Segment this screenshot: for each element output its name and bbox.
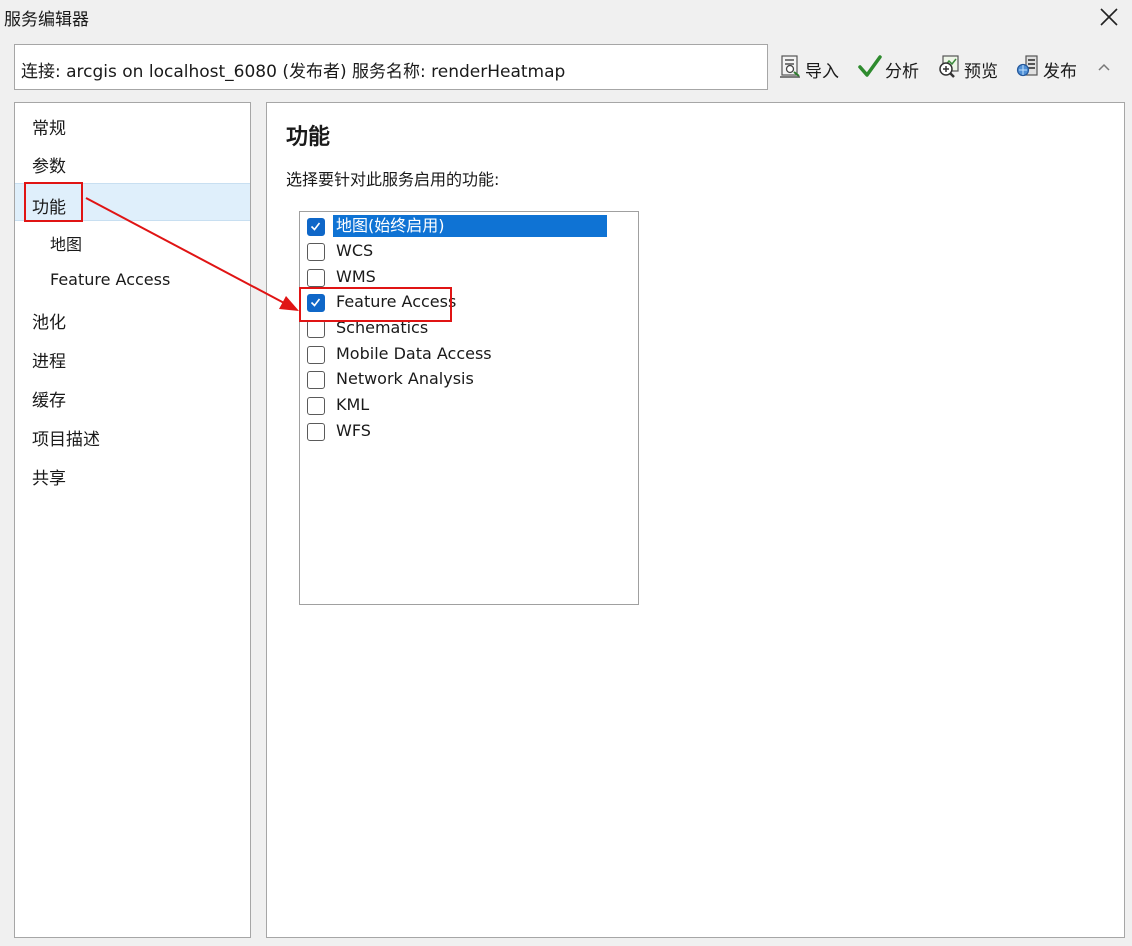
capability-label: Mobile Data Access	[336, 344, 492, 363]
checkbox[interactable]	[307, 218, 325, 236]
nav-item-map[interactable]: 地图	[15, 222, 250, 260]
nav-item-item-description[interactable]: 项目描述	[15, 416, 250, 454]
nav-item-label: 项目描述	[32, 430, 100, 450]
nav-item-label: 功能	[32, 198, 66, 218]
nav-item-general[interactable]: 常规	[15, 105, 250, 143]
checkbox[interactable]	[307, 269, 325, 287]
capability-schematics[interactable]: Schematics	[307, 317, 627, 341]
collapse-button[interactable]	[1092, 56, 1116, 80]
nav-item-processes[interactable]: 进程	[15, 338, 250, 376]
capability-network-analysis[interactable]: Network Analysis	[307, 368, 627, 392]
nav-item-label: 进程	[32, 352, 66, 372]
checkbox[interactable]	[307, 423, 325, 441]
nav-item-label: 参数	[32, 157, 66, 177]
capability-mobile-data-access[interactable]: Mobile Data Access	[307, 343, 627, 367]
capability-wms[interactable]: WMS	[307, 266, 627, 290]
nav-item-label: 池化	[32, 313, 66, 333]
import-label: 导入	[805, 62, 839, 82]
checkbox[interactable]	[307, 397, 325, 415]
nav-item-label: 常规	[32, 119, 66, 139]
page-description: 选择要针对此服务启用的功能:	[286, 170, 500, 189]
capability-label: Schematics	[336, 318, 429, 337]
capability-label: WFS	[336, 421, 371, 440]
publish-label: 发布	[1043, 62, 1077, 82]
capability-label: KML	[336, 395, 370, 414]
check-icon	[310, 298, 321, 307]
connection-text: 连接: arcgis on localhost_6080 (发布者) 服务名称:…	[21, 62, 566, 82]
nav-item-capabilities[interactable]: 功能	[15, 183, 250, 221]
capability-wfs[interactable]: WFS	[307, 420, 627, 444]
close-icon	[1100, 8, 1118, 26]
chevron-up-icon	[1098, 63, 1110, 71]
checkbox[interactable]	[307, 320, 325, 338]
capability-label: WMS	[336, 267, 376, 286]
capability-label: 地图(始终启用)	[333, 215, 607, 237]
nav-item-caching[interactable]: 缓存	[15, 377, 250, 415]
capabilities-list: 地图(始终启用) WCS WMS Feature Access Schemati…	[299, 211, 639, 605]
nav-item-label: Feature Access	[50, 270, 171, 289]
close-button[interactable]	[1086, 0, 1132, 34]
checkmark-icon	[858, 55, 882, 77]
nav-item-label: 共享	[32, 469, 66, 489]
capability-feature-access[interactable]: Feature Access	[307, 291, 627, 315]
capability-kml[interactable]: KML	[307, 394, 627, 418]
sidebar-nav: 常规 参数 功能 地图 Feature Access 池化 进程 缓存 项目描述…	[14, 102, 251, 938]
analyze-label: 分析	[885, 62, 919, 82]
title-bar: 服务编辑器	[0, 0, 1132, 34]
publish-icon	[1016, 55, 1038, 77]
capability-label: WCS	[336, 241, 374, 260]
capability-map[interactable]: 地图(始终启用)	[307, 215, 627, 239]
checkbox[interactable]	[307, 346, 325, 364]
capability-label: Network Analysis	[336, 369, 474, 388]
nav-item-label: 缓存	[32, 391, 66, 411]
page-title: 功能	[286, 125, 331, 150]
nav-item-label: 地图	[50, 235, 83, 254]
window-title: 服务编辑器	[4, 10, 89, 30]
connection-info-box: 连接: arcgis on localhost_6080 (发布者) 服务名称:…	[14, 44, 768, 90]
content-panel: 功能 选择要针对此服务启用的功能: 地图(始终启用) WCS WMS Featu…	[266, 102, 1125, 938]
nav-item-feature-access[interactable]: Feature Access	[15, 261, 250, 299]
capability-wcs[interactable]: WCS	[307, 240, 627, 264]
check-icon	[310, 222, 321, 231]
preview-label: 预览	[964, 62, 998, 82]
preview-icon	[939, 55, 959, 78]
nav-item-sharing[interactable]: 共享	[15, 455, 250, 493]
capability-label: Feature Access	[336, 292, 457, 311]
checkbox[interactable]	[307, 371, 325, 389]
checkbox[interactable]	[307, 243, 325, 261]
checkbox[interactable]	[307, 294, 325, 312]
nav-item-pooling[interactable]: 池化	[15, 299, 250, 337]
nav-item-parameters[interactable]: 参数	[15, 143, 250, 181]
import-icon	[780, 55, 800, 78]
